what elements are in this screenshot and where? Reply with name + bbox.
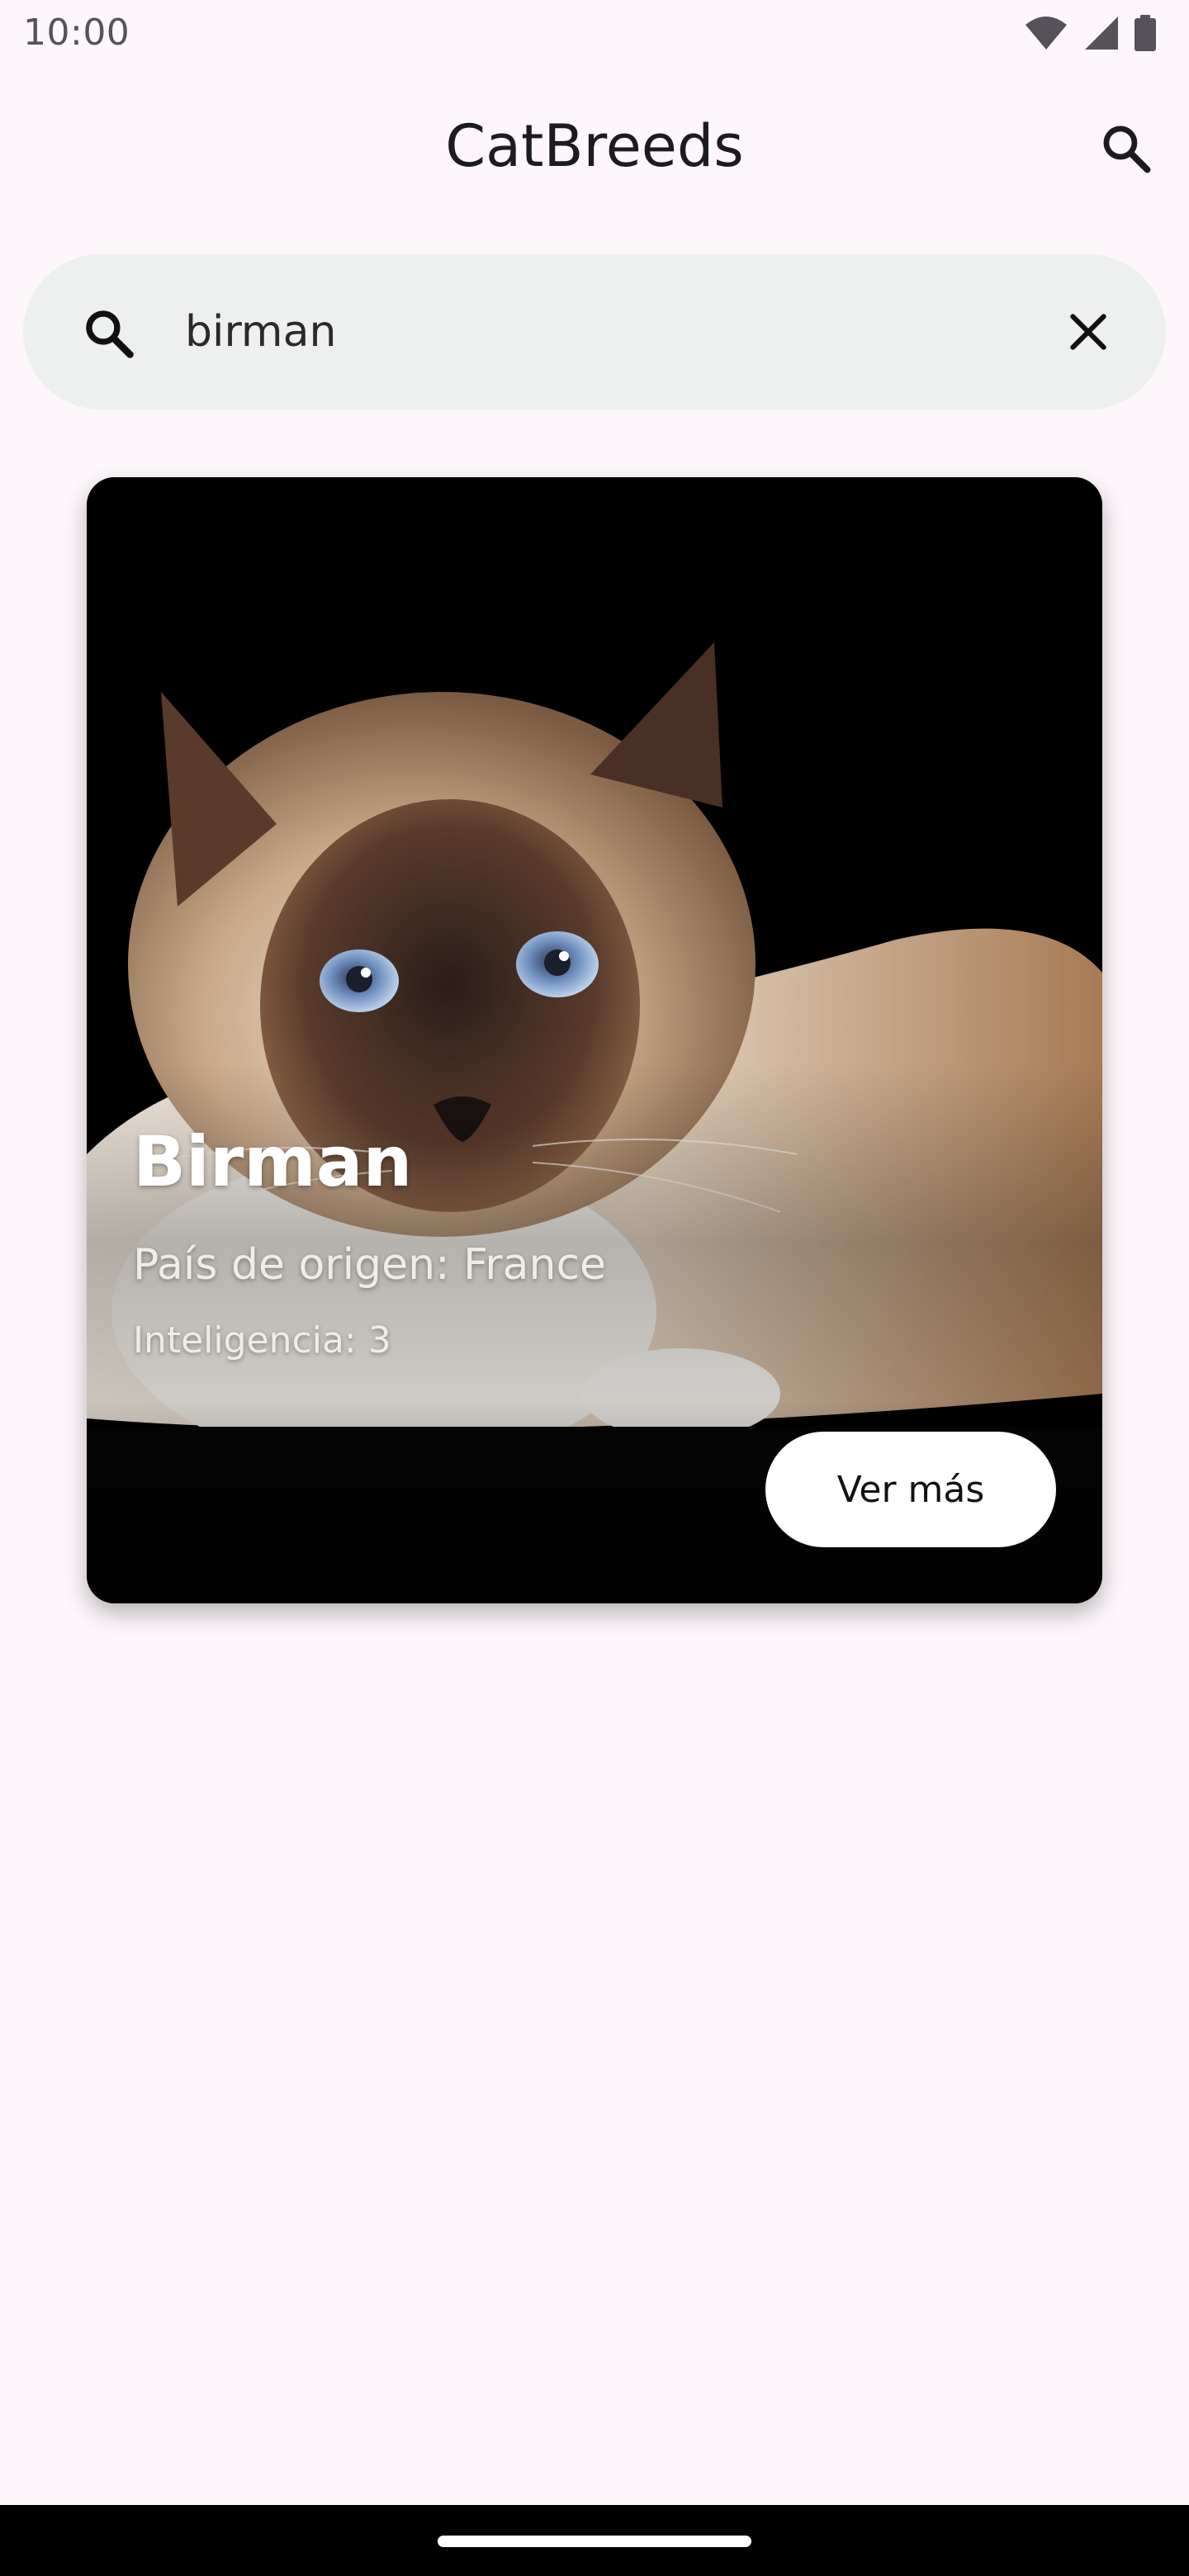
cellular-signal-icon (1085, 17, 1118, 50)
gesture-navigation-bar (0, 2505, 1189, 2576)
see-more-button[interactable]: Ver más (765, 1432, 1056, 1547)
breed-card[interactable]: Birman País de origen: France Inteligenc… (87, 477, 1102, 1603)
status-bar: 10:00 (0, 0, 1189, 73)
app-bar-search-button[interactable] (1085, 107, 1168, 190)
breed-origin: País de origen: France (133, 1240, 607, 1290)
breed-intelligence: Inteligencia: 3 (133, 1319, 391, 1361)
status-time: 10:00 (23, 12, 130, 54)
app-bar: CatBreeds (0, 83, 1189, 215)
battery-icon (1135, 15, 1156, 51)
search-icon (1103, 125, 1151, 173)
breed-name: Birman (133, 1121, 413, 1202)
close-icon (1070, 314, 1106, 350)
status-icons (1024, 15, 1156, 51)
page-title: CatBreeds (445, 112, 744, 180)
clear-search-button[interactable] (1050, 294, 1126, 370)
search-bar (23, 254, 1166, 410)
home-gesture-handle[interactable] (438, 2536, 751, 2547)
search-icon (86, 310, 134, 358)
wifi-icon (1026, 17, 1067, 50)
search-input[interactable] (185, 291, 1011, 373)
